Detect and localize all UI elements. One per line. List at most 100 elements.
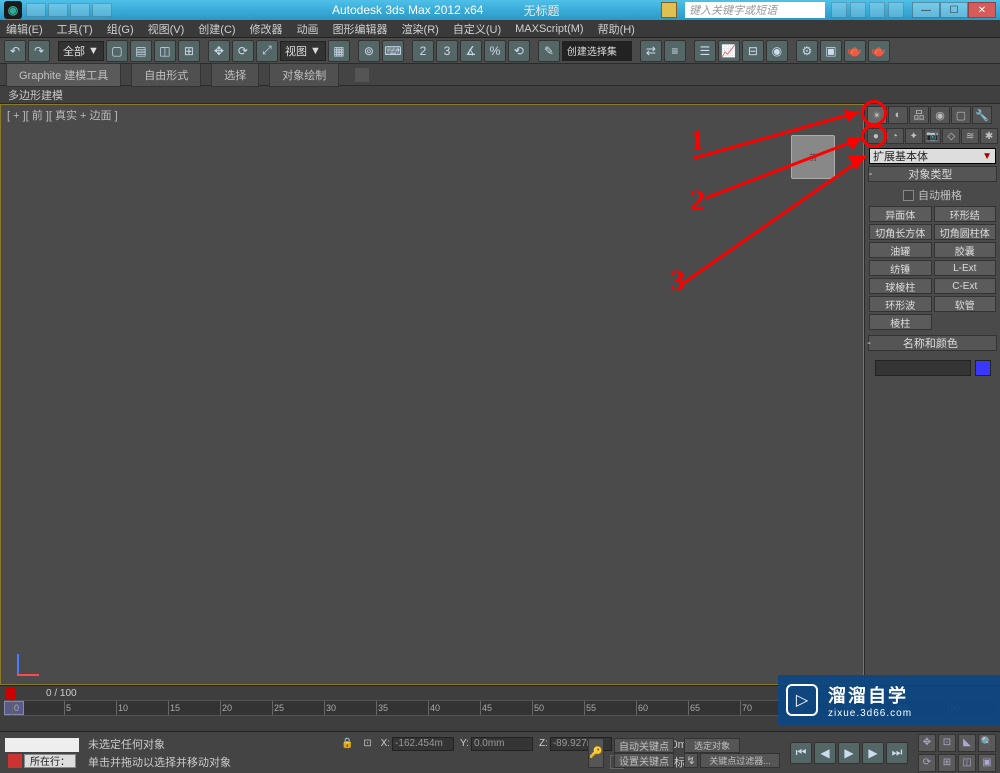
btn-capsule[interactable]: 胶囊 <box>934 242 997 258</box>
btn-cext[interactable]: C-Ext <box>934 278 997 294</box>
goto-start-icon[interactable]: ⏮ <box>790 742 812 764</box>
maxview-icon[interactable]: ▣ <box>978 754 996 772</box>
prev-frame-icon[interactable]: ◀ <box>814 742 836 764</box>
snap3-icon[interactable]: 3 <box>436 40 458 62</box>
star-icon[interactable] <box>850 2 866 18</box>
refcoord-dropdown[interactable]: 视图 ▼ <box>280 41 326 61</box>
btn-chamfercyl[interactable]: 切角圆柱体 <box>934 224 997 240</box>
selection-filter-dropdown[interactable]: 全部 ▼ <box>58 41 104 61</box>
utilities-tab-icon[interactable]: 🔧 <box>972 106 992 124</box>
pivot-icon[interactable]: ▦ <box>328 40 350 62</box>
key-filter-button[interactable]: 关键点过滤器... <box>700 753 780 768</box>
rollout-name-color[interactable]: - 名称和颜色 <box>868 335 997 351</box>
minimize-button[interactable]: — <box>912 2 940 18</box>
zoom-icon[interactable]: 🔍 <box>978 734 996 752</box>
align-icon[interactable]: ≡ <box>664 40 686 62</box>
shapes-icon[interactable]: ◔ <box>886 128 904 144</box>
qat-btn[interactable] <box>70 3 90 17</box>
btn-lext[interactable]: L-Ext <box>934 260 997 276</box>
layers-icon[interactable]: ☰ <box>694 40 716 62</box>
menu-view[interactable]: 视图(V) <box>148 21 185 37</box>
tab-freeform[interactable]: 自由形式 <box>131 63 201 87</box>
nav2-icon[interactable]: ⊞ <box>938 754 956 772</box>
mirror-icon[interactable]: ⇄ <box>640 40 662 62</box>
menu-graph[interactable]: 图形编辑器 <box>333 21 388 37</box>
snap2-icon[interactable]: 2 <box>412 40 434 62</box>
tab-select[interactable]: 选择 <box>211 63 259 87</box>
select-name-icon[interactable]: ▤ <box>130 40 152 62</box>
matedit-icon[interactable]: ◉ <box>766 40 788 62</box>
orbit-icon[interactable]: ⟳ <box>918 754 936 772</box>
qat-btn[interactable] <box>92 3 112 17</box>
helpers-icon[interactable]: ◇ <box>942 128 960 144</box>
btn-prism[interactable]: 棱柱 <box>869 314 932 330</box>
percentsnap-icon[interactable]: % <box>484 40 506 62</box>
minilistener[interactable] <box>5 738 79 752</box>
move-icon[interactable]: ✥ <box>208 40 230 62</box>
autokey-button[interactable]: 自动关键点 <box>614 738 674 753</box>
y-coord-input[interactable] <box>471 737 533 751</box>
menu-edit[interactable]: 编辑(E) <box>6 21 43 37</box>
star-icon[interactable] <box>869 2 885 18</box>
rotate-icon[interactable]: ⟳ <box>232 40 254 62</box>
menu-maxscript[interactable]: MAXScript(M) <box>515 23 583 35</box>
render-icon[interactable]: 🫖 <box>844 40 866 62</box>
script-rec-icon[interactable] <box>8 754 22 768</box>
menu-render[interactable]: 渲染(R) <box>402 21 439 37</box>
spacewarp-icon[interactable]: ≋ <box>961 128 979 144</box>
object-color-swatch[interactable] <box>975 360 991 376</box>
lock-icon[interactable]: 🔒 <box>341 737 355 751</box>
x-coord-input[interactable] <box>392 737 454 751</box>
render2-icon[interactable]: 🫖 <box>868 40 890 62</box>
keymode-icon[interactable]: ⌨ <box>382 40 404 62</box>
select-icon[interactable]: ▢ <box>106 40 128 62</box>
menu-group[interactable]: 组(G) <box>107 21 134 37</box>
tab-objpaint[interactable]: 对象绘制 <box>269 63 339 87</box>
close-button[interactable]: ✕ <box>968 2 996 18</box>
undo-icon[interactable]: ↶ <box>4 40 26 62</box>
rendersetup-icon[interactable]: ⚙ <box>796 40 818 62</box>
play-icon[interactable]: ▶ <box>838 742 860 764</box>
sel-locked-dropdown[interactable]: 选定对象 <box>684 738 740 753</box>
cameras-icon[interactable]: 📷 <box>924 128 942 144</box>
menu-modifier[interactable]: 修改器 <box>250 21 283 37</box>
next-frame-icon[interactable]: ▶ <box>862 742 884 764</box>
autogrid-checkbox[interactable] <box>903 190 914 201</box>
polyedit-label[interactable]: 多边形建模 <box>8 87 63 103</box>
btn-gengon[interactable]: 球棱柱 <box>869 278 932 294</box>
redo-icon[interactable]: ↷ <box>28 40 50 62</box>
anglesnap-icon[interactable]: ∡ <box>460 40 482 62</box>
iso-icon[interactable]: ⊡ <box>361 737 375 751</box>
nav3-icon[interactable]: ◫ <box>958 754 976 772</box>
window-crossing-icon[interactable]: ⊞ <box>178 40 200 62</box>
object-name-input[interactable] <box>875 360 971 376</box>
pan-icon[interactable]: ✥ <box>918 734 936 752</box>
maximize-button[interactable]: ☐ <box>940 2 968 18</box>
menu-create[interactable]: 创建(C) <box>198 21 235 37</box>
renderframe-icon[interactable]: ▣ <box>820 40 842 62</box>
rollout-object-type[interactable]: - 对象类型 <box>868 166 997 182</box>
qat-btn[interactable] <box>26 3 46 17</box>
tab-graphite[interactable]: Graphite 建模工具 <box>6 63 121 87</box>
manip-icon[interactable]: ⊚ <box>358 40 380 62</box>
menu-anim[interactable]: 动画 <box>297 21 319 37</box>
search-input[interactable]: 键入关键字或短语 <box>685 2 825 18</box>
btn-hose[interactable]: 软管 <box>934 296 997 312</box>
btn-hedra[interactable]: 异面体 <box>869 206 932 222</box>
systems-icon[interactable]: ✱ <box>980 128 998 144</box>
display-tab-icon[interactable]: ▢ <box>951 106 971 124</box>
qat-btn[interactable] <box>48 3 68 17</box>
selset-dropdown[interactable]: 创建选择集 <box>562 41 632 61</box>
ribbon-expand-icon[interactable] <box>355 68 369 82</box>
btn-torus-knot[interactable]: 环形结 <box>934 206 997 222</box>
goto-end-icon[interactable]: ⏭ <box>886 742 908 764</box>
category-dropdown[interactable]: 扩展基本体▼ <box>869 148 996 164</box>
modify-tab-icon[interactable]: ◐ <box>888 106 908 124</box>
create-tab-icon[interactable]: ✴ <box>867 106 887 124</box>
schematic-icon[interactable]: ⊟ <box>742 40 764 62</box>
key-icon[interactable]: 🔑 <box>588 738 604 768</box>
spinnersnap-icon[interactable]: ⟲ <box>508 40 530 62</box>
help2-icon[interactable] <box>888 2 904 18</box>
editselset-icon[interactable]: ✎ <box>538 40 560 62</box>
help-icon[interactable] <box>831 2 847 18</box>
